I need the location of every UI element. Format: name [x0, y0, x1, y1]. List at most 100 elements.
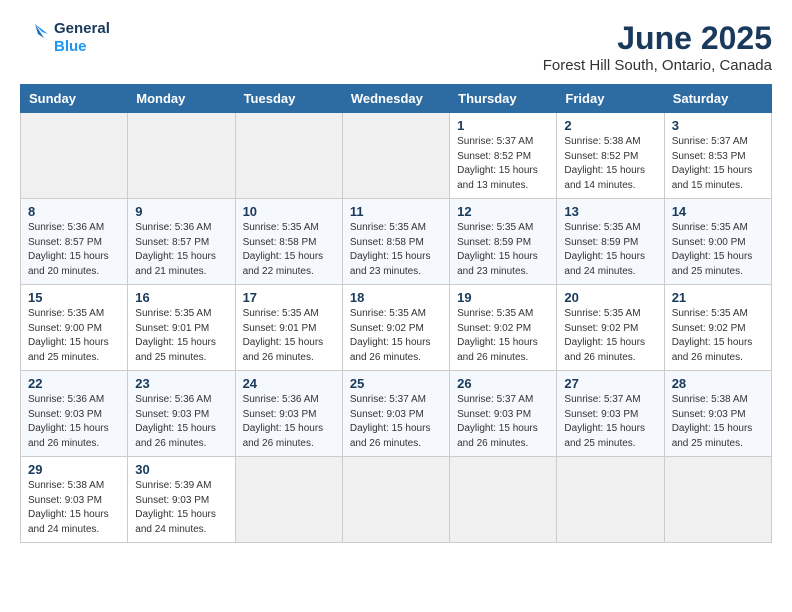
day-info: Sunrise: 5:35 AMSunset: 9:01 PMDaylight:… [243, 307, 335, 365]
calendar-table: SundayMondayTuesdayWednesdayThursdayFrid… [20, 84, 772, 543]
day-info: Sunrise: 5:35 AMSunset: 8:59 PMDaylight:… [564, 221, 656, 279]
day-number: 29 [28, 462, 120, 477]
weekday-header: Tuesday [235, 85, 342, 113]
day-info: Sunrise: 5:38 AMSunset: 8:52 PMDaylight:… [564, 135, 656, 193]
calendar-cell [235, 457, 342, 543]
calendar-cell: 16 Sunrise: 5:35 AMSunset: 9:01 PMDayligh… [128, 285, 235, 371]
calendar-week-row: 29Sunrise: 5:38 AMSunset: 9:03 PMDayligh… [21, 457, 772, 543]
calendar-week-row: 8 Sunrise: 5:36 AMSunset: 8:57 PMDaylight… [21, 199, 772, 285]
day-number: 11 [350, 204, 442, 219]
calendar-cell: 10 Sunrise: 5:35 AMSunset: 8:58 PMDayligh… [235, 199, 342, 285]
month-title: June 2025 [543, 20, 772, 57]
day-info: Sunrise: 5:35 AMSunset: 9:02 PMDaylight:… [457, 307, 549, 365]
day-number: 22 [28, 376, 120, 391]
calendar-cell [664, 457, 771, 543]
calendar-cell: 19 Sunrise: 5:35 AMSunset: 9:02 PMDayligh… [450, 285, 557, 371]
day-number: 9 [135, 204, 227, 219]
calendar-cell: 9 Sunrise: 5:36 AMSunset: 8:57 PMDaylight… [128, 199, 235, 285]
calendar-cell: 17 Sunrise: 5:35 AMSunset: 9:01 PMDayligh… [235, 285, 342, 371]
day-info: Sunrise: 5:35 AMSunset: 9:01 PMDaylight:… [135, 307, 227, 365]
calendar-cell: 18 Sunrise: 5:35 AMSunset: 9:02 PMDayligh… [342, 285, 449, 371]
day-info: Sunrise: 5:38 AMSunset: 9:03 PMDaylight:… [672, 393, 764, 451]
calendar-cell: 15 Sunrise: 5:35 AMSunset: 9:00 PMDayligh… [21, 285, 128, 371]
day-info: Sunrise: 5:37 AMSunset: 8:52 PMDaylight:… [457, 135, 549, 193]
day-info: Sunrise: 5:35 AMSunset: 8:58 PMDaylight:… [243, 221, 335, 279]
day-info: Sunrise: 5:39 AMSunset: 9:03 PMDaylight:… [135, 479, 227, 537]
day-info: Sunrise: 5:36 AMSunset: 9:03 PMDaylight:… [243, 393, 335, 451]
calendar-cell: 1Sunrise: 5:37 AMSunset: 8:52 PMDaylight… [450, 113, 557, 199]
day-number: 24 [243, 376, 335, 391]
day-info: Sunrise: 5:37 AMSunset: 9:03 PMDaylight:… [350, 393, 442, 451]
calendar-cell: 3Sunrise: 5:37 AMSunset: 8:53 PMDaylight… [664, 113, 771, 199]
weekday-header: Sunday [21, 85, 128, 113]
calendar-cell: 12 Sunrise: 5:35 AMSunset: 8:59 PMDayligh… [450, 199, 557, 285]
day-number: 18 [350, 290, 442, 305]
day-number: 27 [564, 376, 656, 391]
day-number: 3 [672, 118, 764, 133]
day-number: 28 [672, 376, 764, 391]
calendar-cell [450, 457, 557, 543]
calendar-cell: 28 Sunrise: 5:38 AMSunset: 9:03 PMDayligh… [664, 371, 771, 457]
calendar-cell: 13 Sunrise: 5:35 AMSunset: 8:59 PMDayligh… [557, 199, 664, 285]
day-number: 2 [564, 118, 656, 133]
weekday-header: Monday [128, 85, 235, 113]
day-info: Sunrise: 5:35 AMSunset: 9:02 PMDaylight:… [564, 307, 656, 365]
day-number: 17 [243, 290, 335, 305]
day-number: 30 [135, 462, 227, 477]
day-number: 10 [243, 204, 335, 219]
logo-bird-icon [20, 20, 50, 56]
day-info: Sunrise: 5:36 AMSunset: 8:57 PMDaylight:… [28, 221, 120, 279]
calendar-cell: 11 Sunrise: 5:35 AMSunset: 8:58 PMDayligh… [342, 199, 449, 285]
day-number: 8 [28, 204, 120, 219]
calendar-cell: 25 Sunrise: 5:37 AMSunset: 9:03 PMDayligh… [342, 371, 449, 457]
calendar-cell [235, 113, 342, 199]
day-number: 20 [564, 290, 656, 305]
day-number: 19 [457, 290, 549, 305]
calendar-cell [342, 113, 449, 199]
day-info: Sunrise: 5:35 AMSunset: 8:58 PMDaylight:… [350, 221, 442, 279]
calendar-cell: 2 Sunrise: 5:38 AMSunset: 8:52 PMDaylight… [557, 113, 664, 199]
calendar-cell [557, 457, 664, 543]
calendar-cell: 30 Sunrise: 5:39 AMSunset: 9:03 PMDayligh… [128, 457, 235, 543]
day-info: Sunrise: 5:35 AMSunset: 8:59 PMDaylight:… [457, 221, 549, 279]
weekday-header: Saturday [664, 85, 771, 113]
weekday-header: Friday [557, 85, 664, 113]
day-info: Sunrise: 5:37 AMSunset: 9:03 PMDaylight:… [457, 393, 549, 451]
logo-text: General Blue [54, 20, 110, 56]
calendar-header-row: SundayMondayTuesdayWednesdayThursdayFrid… [21, 85, 772, 113]
calendar-week-row: 15 Sunrise: 5:35 AMSunset: 9:00 PMDayligh… [21, 285, 772, 371]
calendar-cell: 21Sunrise: 5:35 AMSunset: 9:02 PMDayligh… [664, 285, 771, 371]
logo-container: General Blue [20, 20, 110, 56]
calendar-cell: 23 Sunrise: 5:36 AMSunset: 9:03 PMDayligh… [128, 371, 235, 457]
calendar-week-row: 1Sunrise: 5:37 AMSunset: 8:52 PMDaylight… [21, 113, 772, 199]
day-number: 15 [28, 290, 120, 305]
day-number: 13 [564, 204, 656, 219]
calendar-cell: 22Sunrise: 5:36 AMSunset: 9:03 PMDayligh… [21, 371, 128, 457]
logo: General Blue [20, 20, 110, 56]
day-info: Sunrise: 5:37 AMSunset: 9:03 PMDaylight:… [564, 393, 656, 451]
calendar-cell: 14Sunrise: 5:35 AMSunset: 9:00 PMDayligh… [664, 199, 771, 285]
calendar-cell: 27 Sunrise: 5:37 AMSunset: 9:03 PMDayligh… [557, 371, 664, 457]
title-block: June 2025 Forest Hill South, Ontario, Ca… [543, 20, 772, 74]
calendar-cell: 24 Sunrise: 5:36 AMSunset: 9:03 PMDayligh… [235, 371, 342, 457]
day-info: Sunrise: 5:35 AMSunset: 9:02 PMDaylight:… [672, 307, 764, 365]
calendar-cell [342, 457, 449, 543]
day-info: Sunrise: 5:35 AMSunset: 9:02 PMDaylight:… [350, 307, 442, 365]
calendar-cell: 8 Sunrise: 5:36 AMSunset: 8:57 PMDaylight… [21, 199, 128, 285]
day-number: 12 [457, 204, 549, 219]
day-info: Sunrise: 5:35 AMSunset: 9:00 PMDaylight:… [28, 307, 120, 365]
day-info: Sunrise: 5:36 AMSunset: 8:57 PMDaylight:… [135, 221, 227, 279]
day-number: 23 [135, 376, 227, 391]
day-number: 25 [350, 376, 442, 391]
calendar-cell [128, 113, 235, 199]
weekday-header: Wednesday [342, 85, 449, 113]
day-number: 14 [672, 204, 764, 219]
day-number: 16 [135, 290, 227, 305]
day-info: Sunrise: 5:36 AMSunset: 9:03 PMDaylight:… [135, 393, 227, 451]
location-title: Forest Hill South, Ontario, Canada [543, 57, 772, 74]
calendar-cell: 26 Sunrise: 5:37 AMSunset: 9:03 PMDayligh… [450, 371, 557, 457]
page-header: General Blue June 2025 Forest Hill South… [20, 20, 772, 74]
weekday-header: Thursday [450, 85, 557, 113]
calendar-cell: 29Sunrise: 5:38 AMSunset: 9:03 PMDayligh… [21, 457, 128, 543]
day-number: 26 [457, 376, 549, 391]
